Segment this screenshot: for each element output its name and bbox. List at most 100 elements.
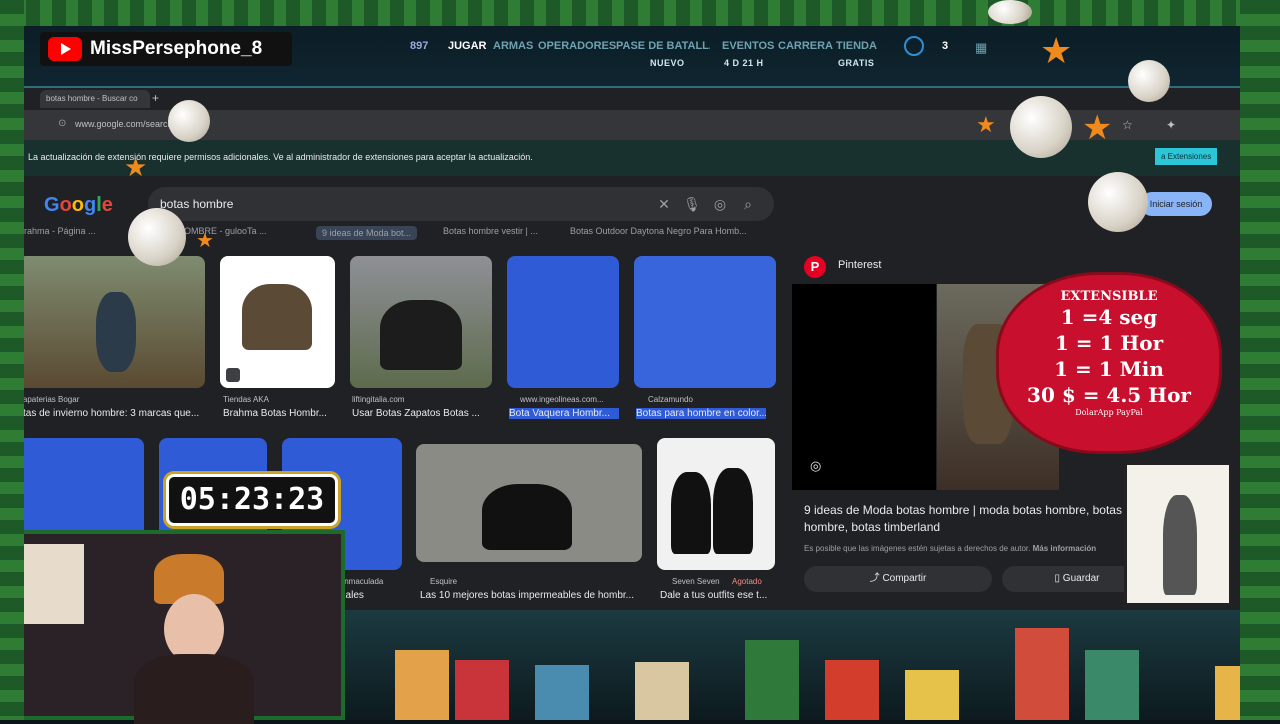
result-source: Tiendas AKA [223, 395, 269, 404]
boot-image [242, 284, 312, 350]
nav-eventos[interactable]: EVENTOS [722, 40, 774, 52]
tag-icon [226, 368, 240, 382]
ornament [128, 208, 186, 266]
share-icon: ⤴ [869, 573, 883, 584]
garland-right [1240, 0, 1280, 720]
result-source: Inmaculada [342, 577, 384, 586]
result-caption[interactable]: uales [340, 590, 400, 601]
sign-row: 1 = 1 Min [1054, 357, 1164, 381]
microphone-icon[interactable]: 🎙 [678, 196, 706, 213]
image-result-selected[interactable] [634, 256, 776, 388]
lens-search-icon[interactable]: ◎ [810, 458, 821, 474]
house [635, 662, 689, 720]
image-result[interactable] [416, 444, 642, 562]
ornament [1088, 172, 1148, 232]
bookmark-icon: ▯ [1054, 573, 1063, 584]
boot-image [482, 484, 572, 550]
browser-tab[interactable]: botas hombre - Buscar co [40, 90, 150, 108]
related-chip[interactable]: Brahma - Página ... [18, 226, 96, 236]
result-caption[interactable]: Brahma Botas Hombr... [223, 408, 335, 419]
easel-canvas [24, 544, 84, 624]
related-chip-selected[interactable]: 9 ideas de Moda bot... [316, 226, 418, 240]
image-result[interactable] [657, 438, 775, 570]
house [905, 670, 959, 720]
notification-icon[interactable] [904, 36, 924, 56]
webcam-feed [0, 530, 345, 724]
ornament [988, 0, 1032, 24]
notification-count: 3 [942, 40, 949, 52]
nav-battlepass[interactable]: PASE DE BATALLA [616, 40, 710, 52]
search-icon[interactable]: ⌕ [734, 196, 762, 213]
house [455, 660, 509, 720]
house [825, 660, 879, 720]
sign-row: 30 $ = 4.5 Hor [1027, 383, 1191, 407]
result-source: Esquire [430, 577, 458, 586]
nav-carrera[interactable]: CARRERA [778, 40, 833, 52]
level-counter: 897 [410, 40, 429, 52]
extensions-icon[interactable]: ✦ [1166, 118, 1176, 132]
result-caption[interactable]: Las 10 mejores botas impermeables de hom… [420, 590, 644, 601]
related-chip[interactable]: Botas hombre vestir | ... [443, 226, 538, 236]
nav-armas[interactable]: ARMAS [493, 40, 533, 52]
bookmark-star-icon[interactable]: ☆ [1122, 118, 1133, 132]
url-field[interactable]: www.google.com/search [75, 119, 173, 129]
statue-engraving [1124, 462, 1232, 606]
garland-left [0, 0, 24, 720]
garland-top [0, 0, 1280, 26]
result-source: Zapaterias Bogar [18, 395, 80, 404]
extensions-button[interactable]: a Extensiones [1155, 148, 1218, 165]
countdown-timer: 05:23:23 [166, 474, 338, 526]
new-tab-icon[interactable]: + [152, 91, 159, 105]
result-source: Seven Seven [672, 577, 720, 586]
image-result[interactable] [220, 256, 335, 388]
signin-button[interactable]: Iniciar sesión [1140, 192, 1212, 216]
youtube-icon [48, 37, 82, 61]
share-label: Compartir [882, 573, 927, 584]
google-logo[interactable]: Google [44, 194, 113, 217]
man-figure [96, 292, 136, 372]
nav-jugar[interactable]: JUGAR [448, 40, 487, 52]
boot-image [713, 468, 753, 554]
star-decoration: ★ [196, 230, 214, 252]
ornament [168, 100, 210, 142]
site-info-icon[interactable]: ⊙ [58, 118, 66, 129]
sign-row: 1 =4 seg [1060, 305, 1158, 329]
search-box[interactable]: botas hombre ✕ 🎙 ◎ ⌕ [148, 187, 774, 221]
image-result-selected[interactable] [507, 256, 619, 388]
image-result[interactable] [18, 256, 205, 388]
gratis-label: GRATIS [838, 58, 875, 68]
more-info-link[interactable]: Más información [1033, 544, 1097, 553]
image-result[interactable] [350, 256, 492, 388]
star-decoration: ★ [124, 152, 148, 182]
clear-icon[interactable]: ✕ [650, 196, 678, 213]
grid-menu-icon[interactable]: ▦ [975, 40, 987, 56]
result-caption[interactable]: Usar Botas Zapatos Botas ... [352, 408, 492, 419]
nav-tienda[interactable]: TIENDA [836, 40, 877, 52]
ornament [1128, 60, 1170, 102]
copyright-text: Es posible que las imágenes estén sujeta… [804, 544, 1031, 553]
related-chip[interactable]: Botas Outdoor Daytona Negro Para Homb... [570, 226, 747, 236]
result-caption[interactable]: stas de invierno hombre: 3 marcas que... [18, 408, 205, 419]
boot-image [380, 300, 462, 370]
result-caption[interactable]: Dale a tus outfits ese t... [660, 590, 780, 601]
boot-image [671, 472, 711, 554]
star-decoration: ★ [976, 112, 996, 137]
nav-operadores[interactable]: OPERADORES [538, 40, 616, 52]
preview-title[interactable]: 9 ideas de Moda botas hombre | moda bota… [804, 502, 1134, 536]
nuevo-label: NUEVO [650, 58, 685, 68]
result-source: www.ingeolineas.com... [520, 395, 604, 404]
house [535, 665, 589, 720]
streamer-badge: MissPersephone_8 [40, 32, 292, 66]
result-caption[interactable]: Bota Vaquera Hombr... [509, 408, 619, 419]
share-button[interactable]: ⤴ Compartir [804, 566, 992, 592]
result-source: Calzamundo [648, 395, 693, 404]
save-label: Guardar [1062, 573, 1100, 584]
extensible-sign: EXTENSIBLE 1 =4 seg 1 = 1 Hor 1 = 1 Min … [996, 272, 1222, 454]
star-decoration: ★ [1082, 109, 1113, 147]
lens-icon[interactable]: ◎ [706, 196, 734, 213]
preview-site-name[interactable]: Pinterest [838, 259, 881, 271]
christmas-village [345, 610, 1280, 720]
result-caption[interactable]: Botas para hombre en color... [636, 408, 766, 419]
body [134, 654, 254, 724]
search-input[interactable]: botas hombre [160, 197, 650, 211]
